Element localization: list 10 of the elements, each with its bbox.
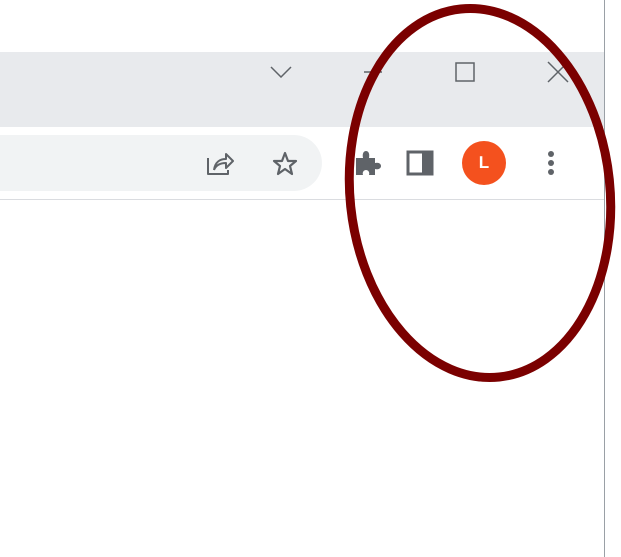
more-options-icon[interactable] [547,150,555,176]
profile-avatar[interactable]: L [462,141,506,185]
puzzle-piece-icon[interactable] [354,150,382,176]
minimize-icon[interactable] [364,71,382,73]
chevron-down-icon[interactable] [270,66,292,78]
side-panel-icon[interactable] [406,150,434,176]
star-icon[interactable] [272,150,298,176]
close-icon[interactable] [546,61,568,83]
share-icon[interactable] [206,150,234,176]
maximize-icon[interactable] [455,62,475,82]
